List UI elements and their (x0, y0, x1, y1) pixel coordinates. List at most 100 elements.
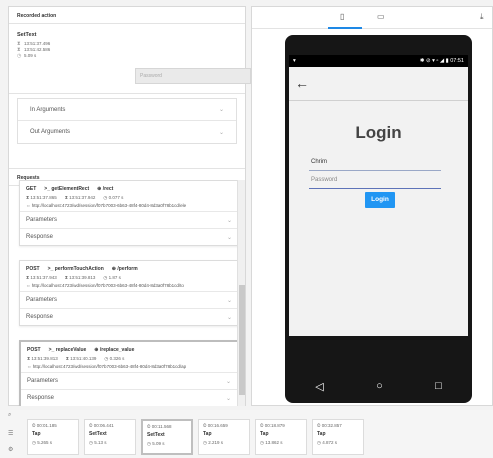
request-method: GET (26, 186, 37, 192)
timer-icon: ◷ (17, 52, 22, 59)
video-icon[interactable]: ▭ (377, 12, 385, 21)
device-tabs: ▯ ▭ ⤓ (252, 7, 492, 29)
request-end: ⧗ 13:51:40.139 (65, 356, 97, 361)
device-panel: ▯ ▭ ⤓ ▾ ✱ ⊘ ▾ ▫ ◢ ▮ 07:51 ← Login Chrim … (251, 6, 493, 406)
request-card[interactable]: POST >_ performTouchAction ⊕ /perform ⧗ … (19, 260, 239, 326)
response-expander[interactable]: Response ⌄ (20, 228, 238, 245)
response-expander[interactable]: Response ⌄ (21, 389, 237, 406)
action-duration: 5.09 s (24, 53, 37, 58)
timeline-step[interactable]: ⏲ 00:18.879 Tap ◷ 13.862 s (255, 419, 307, 455)
status-icons-clock: ✱ ⊘ ▾ ▫ ◢ ▮ 07:51 (419, 58, 464, 64)
request-endpoint: ⊕ /replace_value (94, 347, 135, 353)
step-name: Tap (203, 431, 212, 437)
settings-icon[interactable]: ⚙ (8, 446, 13, 453)
step-name: Tap (317, 431, 326, 437)
response-label: Response (26, 234, 54, 240)
active-tab-indicator (328, 27, 362, 29)
in-arguments-expander[interactable]: In Arguments ⌄ (18, 99, 236, 121)
request-method: POST (26, 266, 40, 272)
out-arguments-expander[interactable]: Out Arguments ⌄ (18, 121, 236, 143)
parameters-label: Parameters (27, 378, 59, 384)
nav-home-icon[interactable]: ○ (376, 380, 383, 392)
request-command: >_ getElementRect (44, 186, 90, 192)
search-icon[interactable]: ⌕ (8, 412, 11, 419)
android-nav-bar: ◁ ○ □ (289, 373, 468, 399)
login-title: Login (355, 123, 402, 142)
parameters-expander[interactable]: Parameters ⌄ (21, 372, 237, 389)
timeline-step[interactable]: ⏲ 00:32.857 Tap ◷ 4.872 s (312, 419, 364, 455)
chevron-down-icon: ⌄ (225, 378, 231, 385)
back-arrow-icon[interactable]: ← (295, 75, 309, 91)
password-field[interactable]: Password (309, 177, 441, 189)
timeline-controls: ⌕ ☰ ⚙ (0, 410, 22, 458)
scrollbar-thumb[interactable] (239, 285, 245, 395)
request-duration: ◷ 1.87 s (103, 275, 121, 280)
request-endpoint: ⊕ /rect (97, 186, 114, 192)
action-name: SetText (17, 32, 37, 38)
status-bar: ▾ ✱ ⊘ ▾ ▫ ◢ ▮ 07:51 (289, 55, 468, 67)
step-name: Tap (260, 431, 269, 437)
download-icon[interactable]: ⤓ (480, 12, 484, 22)
request-start: ⧗ 13:51:37.943 (26, 275, 57, 280)
parameters-label: Parameters (26, 297, 58, 303)
chevron-down-icon: ⌄ (226, 314, 232, 321)
parameters-label: Parameters (26, 217, 58, 223)
notification-icon: ▾ (293, 58, 296, 64)
timeline-step[interactable]: ⏲ 00:01.185 Tap ◷ 5.265 s (27, 419, 79, 455)
timeline-step[interactable]: ⏲ 00:16.659 Tap ◷ 2.219 s (198, 419, 250, 455)
request-end: ⧗ 13:51:39.813 (64, 275, 96, 280)
request-start: ⧗ 13:51:37.865 (26, 195, 57, 200)
request-card-selected[interactable]: POST >_ replaceValue ⊕ /replace_value ⧗ … (19, 340, 239, 406)
out-arguments-label: Out Arguments (30, 129, 71, 135)
response-label: Response (26, 314, 54, 320)
requests-list: GET >_ getElementRect ⊕ /rect ⧗ 13:51:37… (9, 180, 245, 406)
request-endpoint: ⊕ /perform (111, 266, 138, 272)
app-bar: ← (289, 67, 468, 101)
request-command: >_ performTouchAction (47, 266, 104, 272)
request-duration: ◷ 0.077 s (103, 195, 124, 200)
nav-recents-icon[interactable]: □ (435, 380, 442, 392)
clock-end-icon: ⧗ (17, 46, 21, 53)
request-url: ⇔ http://localhost:4723/wd/session/f07b7… (27, 364, 187, 369)
timeline-step[interactable]: ⏲ 00:06.441 SetText ◷ 5.13 s (84, 419, 136, 455)
request-card[interactable]: GET >_ getElementRect ⊕ /rect ⧗ 13:51:37… (19, 180, 239, 246)
timeline-step-selected[interactable]: ⏲ 00:11.568 SetText ◷ 5.09 s (141, 419, 193, 455)
request-url: ⇔ http://localhost:4723/wd/session/f07b7… (26, 203, 187, 208)
phone-frame: ▾ ✱ ⊘ ▾ ▫ ◢ ▮ 07:51 ← Login Chrim Passwo… (285, 35, 472, 403)
requests-scrollbar[interactable] (237, 180, 245, 406)
username-field[interactable]: Chrim (309, 159, 441, 171)
timeline: ⌕ ☰ ⚙ ⏲ 00:01.185 Tap ◷ 5.265 s ⏲ 00:06.… (0, 410, 493, 458)
request-duration: ◷ 0.326 s (104, 356, 125, 361)
in-arguments-label: In Arguments (30, 106, 66, 113)
step-name: SetText (147, 432, 165, 438)
arguments-panel: In Arguments ⌄ Out Arguments ⌄ (17, 98, 237, 144)
chevron-down-icon: ⌄ (218, 107, 224, 113)
phone-screen-icon[interactable]: ▯ (340, 12, 344, 21)
recorded-action-title: Recorded action (9, 7, 245, 24)
password-preview-field[interactable]: Password (135, 68, 251, 84)
request-method: POST (27, 347, 41, 353)
response-expander[interactable]: Response ⌄ (20, 308, 238, 325)
step-name: Tap (32, 431, 41, 437)
request-start: ⧗ 13:51:39.813 (27, 356, 58, 361)
requests-section: Requests GET >_ getElementRect ⊕ /rect ⧗… (9, 168, 245, 406)
list-icon[interactable]: ☰ (8, 430, 13, 437)
request-end: ⧗ 13:51:37.942 (64, 195, 96, 200)
parameters-expander[interactable]: Parameters ⌄ (20, 291, 238, 308)
left-panel: Recorded action SetText ⧗ 13:51:37.496 ⧗… (8, 6, 251, 406)
step-name: SetText (89, 431, 107, 437)
chevron-down-icon: ⌄ (226, 234, 232, 241)
clock-start-icon: ⧗ (17, 40, 21, 47)
app-root: Recorded action SetText ⧗ 13:51:37.496 ⧗… (0, 0, 493, 458)
recorded-action-details: SetText ⧗ 13:51:37.496 ⧗ 13:51:42.586 ◷ … (9, 24, 251, 94)
nav-back-icon[interactable]: ◁ (315, 380, 323, 393)
app-screen: Login Chrim Password Login (289, 101, 468, 336)
chevron-down-icon: ⌄ (226, 217, 232, 224)
parameters-expander[interactable]: Parameters ⌄ (20, 211, 238, 228)
chevron-down-icon: ⌄ (226, 297, 232, 304)
chevron-down-icon: ⌄ (218, 129, 224, 136)
request-command: >_ replaceValue (48, 347, 87, 353)
request-url: ⇔ http://localhost:4723/wd/session/f07b7… (26, 283, 184, 288)
response-label: Response (27, 395, 55, 401)
login-button[interactable]: Login (365, 192, 395, 208)
